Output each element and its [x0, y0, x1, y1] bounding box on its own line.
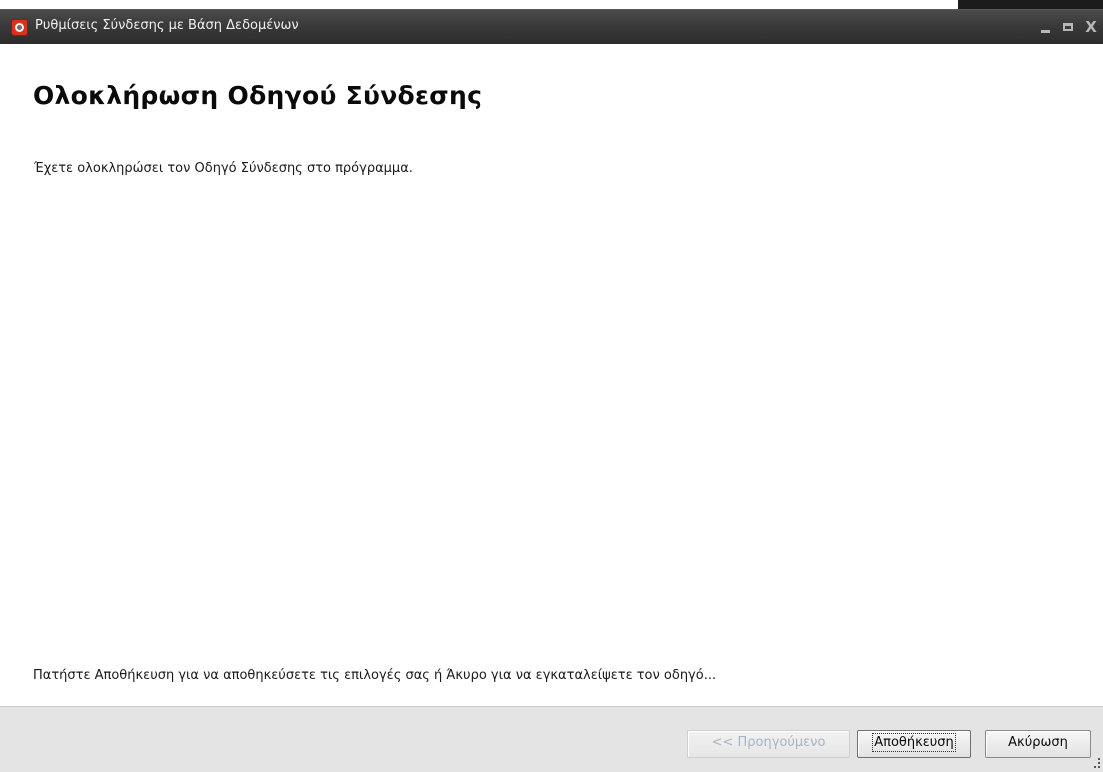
minimize-icon [1041, 30, 1050, 33]
page-title: Ολοκλήρωση Οδηγού Σύνδεσης [33, 81, 483, 110]
app-database-icon [11, 19, 28, 36]
instruction-text: Πατήστε Αποθήκευση για να αποθηκεύσετε τ… [33, 668, 717, 683]
save-button-label: Αποθήκευση [872, 733, 956, 752]
previous-button[interactable]: << Προηγούμενο [687, 730, 850, 758]
wizard-content: Ολοκλήρωση Οδηγού Σύνδεσης Έχετε ολοκληρ… [0, 44, 1103, 706]
grip-dot [1098, 766, 1100, 768]
grip-dot [1098, 762, 1100, 764]
maximize-icon [1063, 23, 1073, 31]
background-window-edge [958, 0, 1103, 9]
cancel-button[interactable]: Ακύρωση [985, 730, 1091, 758]
maximize-button[interactable] [1060, 16, 1076, 38]
grip-dot [1098, 758, 1100, 760]
minimize-button[interactable] [1038, 16, 1054, 38]
title-bar[interactable]: Ρυθμίσεις Σύνδεσης με Βάση Δεδομένων X [0, 9, 1103, 44]
resize-grip[interactable] [1094, 758, 1100, 770]
window-title: Ρυθμίσεις Σύνδεσης με Βάση Δεδομένων [35, 18, 299, 33]
close-button[interactable]: X [1082, 16, 1100, 38]
save-button[interactable]: Αποθήκευση [857, 730, 971, 758]
screen-top-strip [0, 0, 1103, 9]
app-icon-ring [15, 23, 24, 32]
completion-message: Έχετε ολοκληρώσει τον Οδηγό Σύνδεσης στο… [34, 161, 413, 176]
grip-dot [1094, 766, 1096, 768]
wizard-footer: << Προηγούμενο Αποθήκευση Ακύρωση [0, 706, 1103, 772]
